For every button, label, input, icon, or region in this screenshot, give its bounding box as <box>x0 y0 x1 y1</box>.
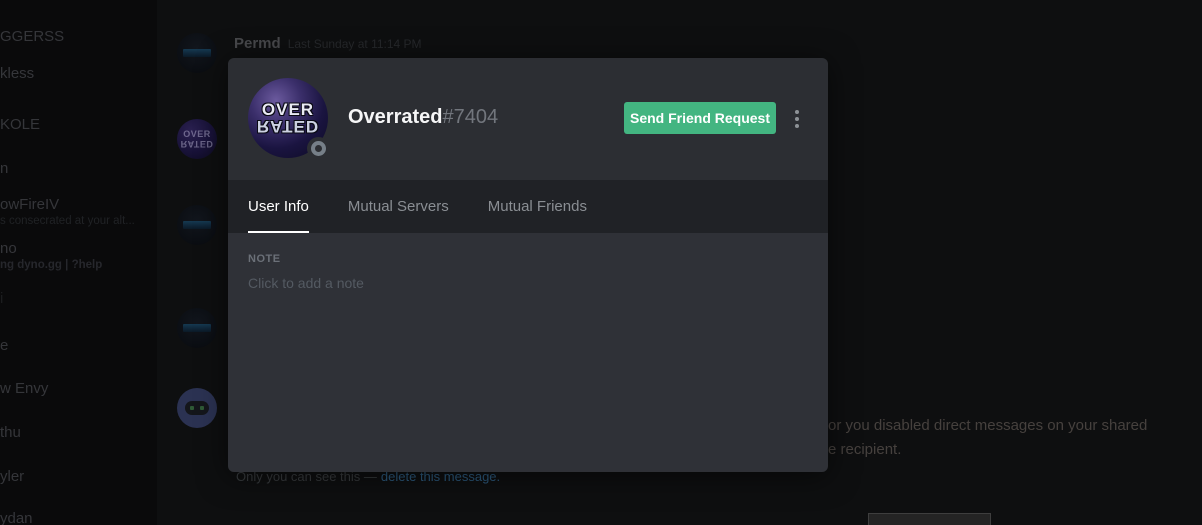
message-timestamp: Last Sunday at 11:14 PM <box>287 37 422 51</box>
avatar-art <box>183 324 211 332</box>
profile-header: OVER RATED Overrated#7404 Send Friend Re… <box>228 58 828 180</box>
username-row: Overrated#7404 <box>348 106 498 129</box>
profile-avatar: OVER RATED <box>248 78 330 160</box>
tab-mutual-friends[interactable]: Mutual Friends <box>488 180 587 233</box>
dm-list-item[interactable]: owFireIV s consecrated at your alt... <box>0 196 157 227</box>
dm-username: i <box>0 290 4 307</box>
message-avatar[interactable]: OVER RATED <box>177 119 217 159</box>
dm-username: yler <box>0 468 25 485</box>
dm-username: w Envy <box>0 380 49 397</box>
dm-list-item[interactable]: KOLE <box>0 116 157 133</box>
user-profile-modal: OVER RATED Overrated#7404 Send Friend Re… <box>228 58 828 472</box>
dm-list-item[interactable]: e <box>0 337 157 354</box>
dm-list-item[interactable]: i <box>0 290 157 307</box>
dm-username: no <box>0 240 17 257</box>
discord-app: GGERSS kless KOLE n owFireIV s consecrat… <box>0 0 1202 525</box>
discriminator-text: #7404 <box>442 106 499 128</box>
profile-body: NOTE Click to add a note <box>228 233 828 472</box>
dm-username: KOLE <box>0 116 41 133</box>
status-offline-badge <box>307 137 330 160</box>
message-avatar[interactable] <box>177 205 217 245</box>
dm-list-item[interactable]: w Envy <box>0 380 157 397</box>
message-avatar[interactable] <box>177 308 217 348</box>
note-input[interactable]: Click to add a note <box>248 275 808 291</box>
message-header: Permd Last Sunday at 11:14 PM <box>234 35 422 53</box>
send-friend-request-button[interactable]: Send Friend Request <box>624 102 776 134</box>
delivery-error-text: e recipient. <box>828 441 902 458</box>
note-label: NOTE <box>248 253 281 265</box>
dm-activity-text: s consecrated at your alt... <box>0 215 135 227</box>
dm-activity-text: ng dyno.gg | ?help <box>0 259 103 271</box>
avatar-art <box>183 49 211 57</box>
tab-mutual-servers[interactable]: Mutual Servers <box>348 180 449 233</box>
username-text: Overrated <box>348 106 443 128</box>
avatar-art: RATED <box>180 139 214 149</box>
avatar-text-bottom: RATED <box>256 117 320 136</box>
kebab-menu-icon[interactable] <box>789 106 805 132</box>
dm-list-item[interactable]: yler <box>0 468 157 485</box>
dm-username: ydan <box>0 510 33 525</box>
tab-user-info[interactable]: User Info <box>248 180 309 233</box>
dm-username: owFireIV <box>0 196 60 213</box>
delivery-error-text: or you disabled direct messages on your … <box>828 417 1148 434</box>
message-avatar[interactable] <box>177 33 217 73</box>
dm-username: thu <box>0 424 21 441</box>
dm-list-item[interactable]: GGERSS <box>0 28 157 45</box>
dm-list-item[interactable]: kless <box>0 65 157 82</box>
avatar-art: OVER <box>183 129 211 139</box>
robot-face-icon <box>185 401 209 415</box>
bot-avatar[interactable] <box>177 388 217 428</box>
dm-username: kless <box>0 65 35 82</box>
message-author[interactable]: Permd <box>234 35 281 52</box>
dm-username: n <box>0 160 9 177</box>
dm-list-item[interactable]: n <box>0 160 157 177</box>
dm-list-item[interactable]: ydan <box>0 510 157 525</box>
profile-tabs: User Info Mutual Servers Mutual Friends <box>228 180 828 233</box>
dm-list-item[interactable]: no ng dyno.gg | ?help <box>0 240 157 271</box>
dm-list-item[interactable]: thu <box>0 424 157 441</box>
bottom-right-box[interactable] <box>868 513 991 525</box>
avatar-art <box>183 221 211 229</box>
dm-username: e <box>0 337 9 354</box>
dm-username: GGERSS <box>0 28 65 45</box>
avatar-text-top: OVER <box>261 100 315 119</box>
dm-sidebar: GGERSS kless KOLE n owFireIV s consecrat… <box>0 0 157 525</box>
